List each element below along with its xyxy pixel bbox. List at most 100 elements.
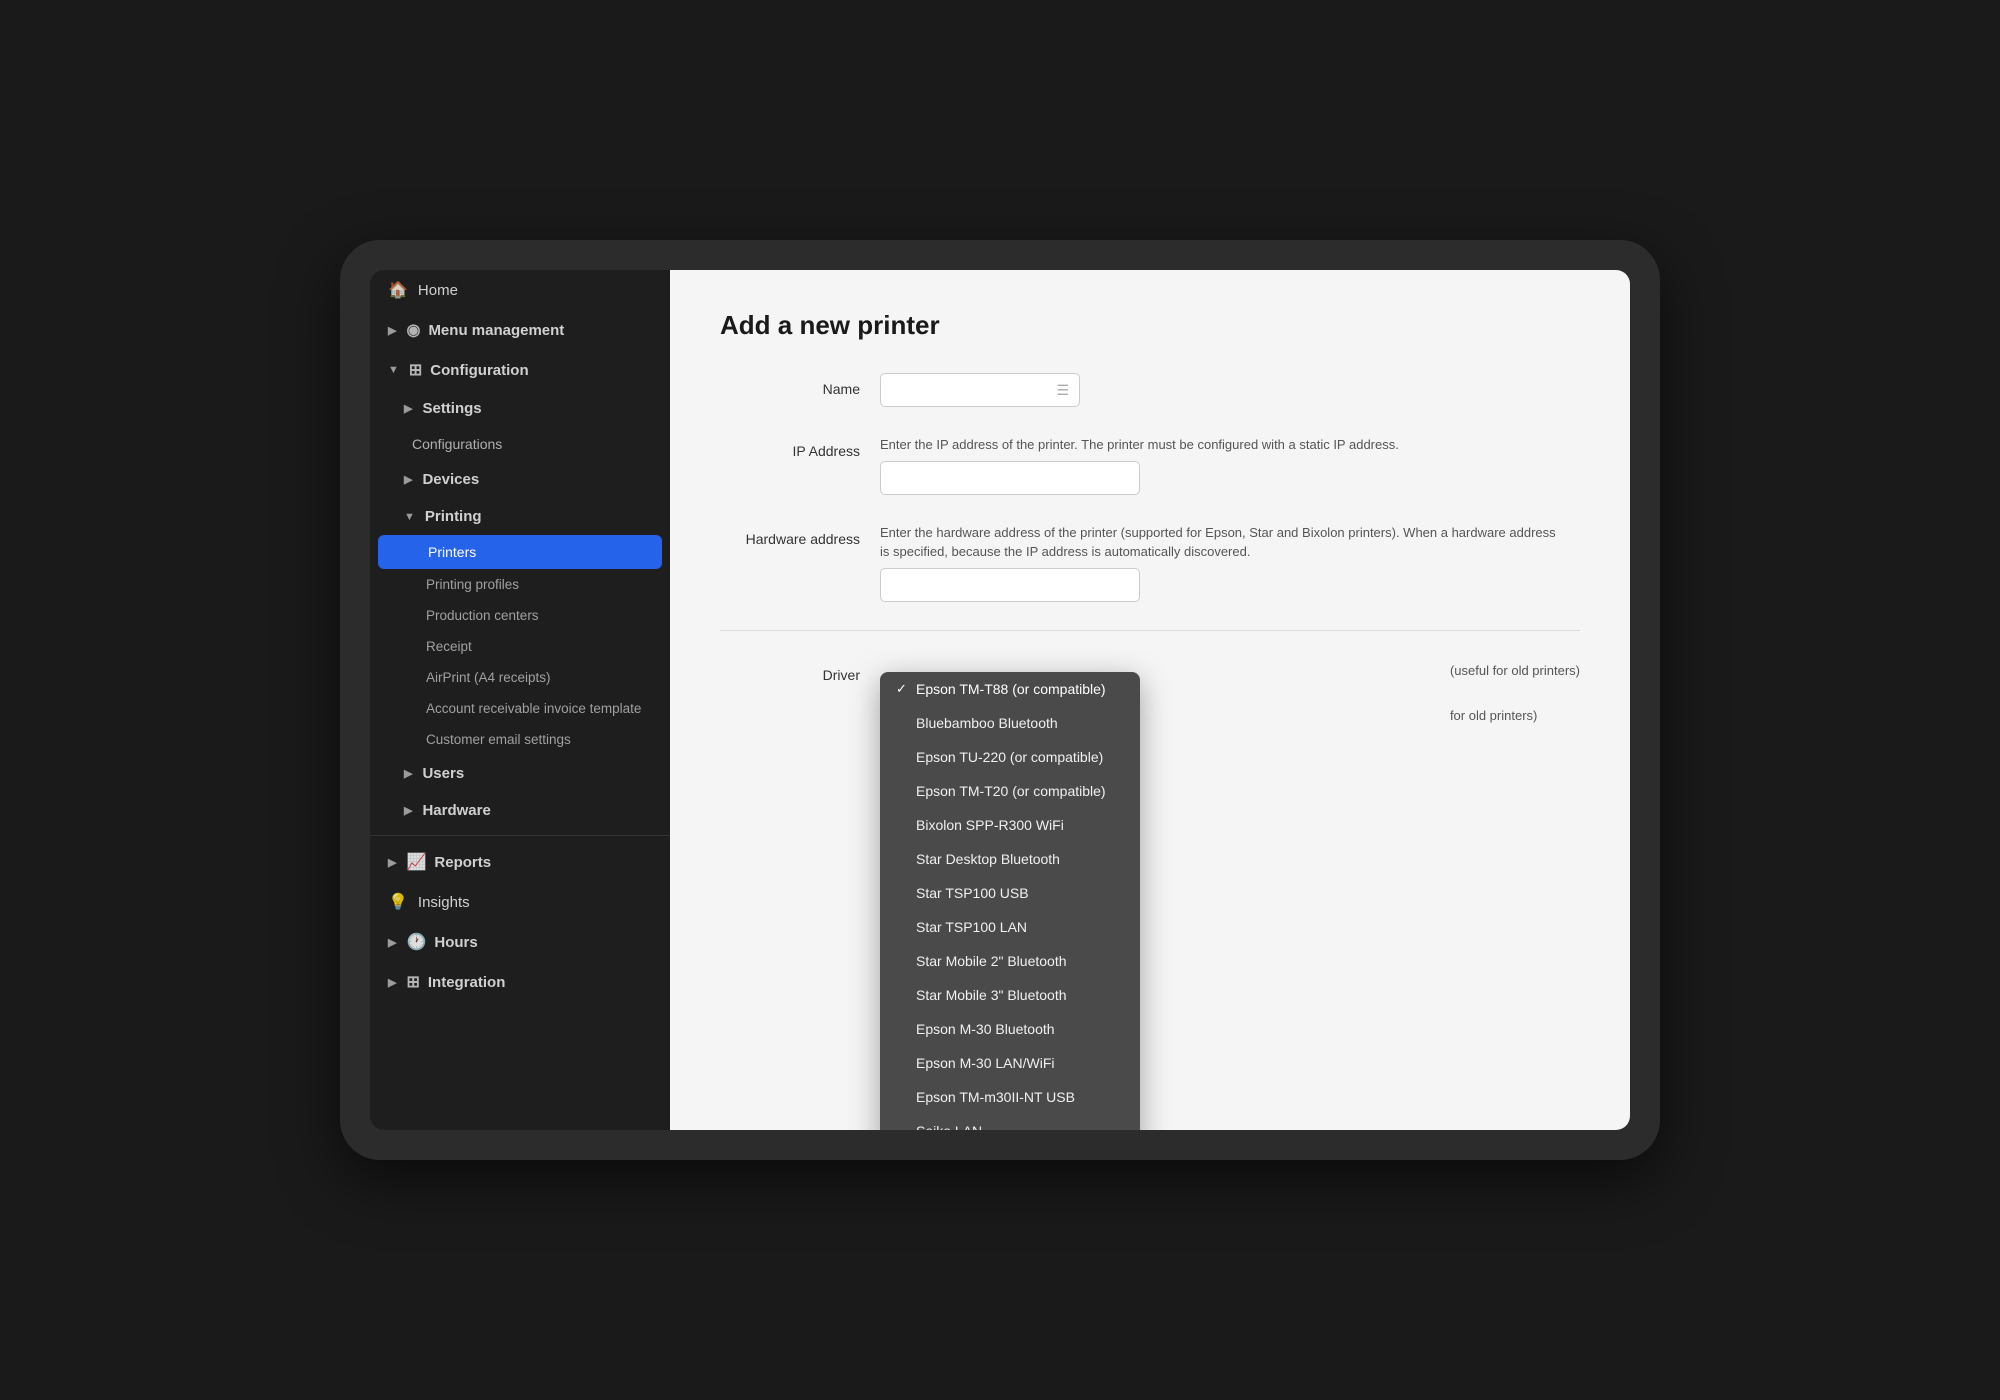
sidebar-menu-management-label: Menu management xyxy=(428,322,564,339)
dropdown-option-8: Star Mobile 2" Bluetooth xyxy=(916,953,1067,969)
driver-dropdown-menu[interactable]: ✓ Epson TM-T88 (or compatible) Bluebambo… xyxy=(880,672,1140,1131)
sidebar-item-customer-email[interactable]: Customer email settings xyxy=(370,724,670,755)
dropdown-item-8[interactable]: Star Mobile 2" Bluetooth xyxy=(880,944,1140,978)
home-icon: 🏠 xyxy=(388,280,408,300)
sidebar-item-hardware[interactable]: ▶ Hardware xyxy=(370,792,670,829)
sidebar-receipt-label: Receipt xyxy=(426,639,472,654)
sidebar-item-airprint[interactable]: AirPrint (A4 receipts) xyxy=(370,662,670,693)
sidebar-integration-label: Integration xyxy=(428,974,506,991)
configuration-icon: ⊞ xyxy=(409,360,422,380)
sidebar-item-production-centers[interactable]: Production centers xyxy=(370,600,670,631)
dropdown-item-13[interactable]: Seiko LAN xyxy=(880,1114,1140,1131)
sidebar-item-insights[interactable]: 💡 Insights xyxy=(370,882,670,922)
dropdown-option-2: Epson TU-220 (or compatible) xyxy=(916,749,1103,765)
name-input[interactable]: ☰ xyxy=(880,373,1080,407)
sidebar-insights-label: Insights xyxy=(418,894,470,911)
chevron-right-icon-settings: ▶ xyxy=(404,402,412,415)
dropdown-option-6: Star TSP100 USB xyxy=(916,885,1029,901)
form-row-name: Name ☰ xyxy=(720,373,1580,407)
dropdown-item-9[interactable]: Star Mobile 3" Bluetooth xyxy=(880,978,1140,1012)
sidebar-item-integration[interactable]: ▶ ⊞ Integration xyxy=(370,962,670,1002)
hardware-address-input[interactable] xyxy=(880,568,1140,602)
chevron-right-icon-hours: ▶ xyxy=(388,936,396,949)
sidebar-item-reports[interactable]: ▶ 📈 Reports xyxy=(370,842,670,882)
sidebar-item-settings[interactable]: ▶ Settings xyxy=(370,390,670,427)
driver-hint-1: (useful for old printers) xyxy=(1450,663,1580,678)
sidebar-hardware-label: Hardware xyxy=(422,802,490,819)
dropdown-item-10[interactable]: Epson M-30 Bluetooth xyxy=(880,1012,1140,1046)
driver-label: Driver xyxy=(720,659,880,683)
dropdown-item-1[interactable]: Bluebamboo Bluetooth xyxy=(880,706,1140,740)
dropdown-item-6[interactable]: Star TSP100 USB xyxy=(880,876,1140,910)
sidebar-printing-profiles-label: Printing profiles xyxy=(426,577,519,592)
page-title: Add a new printer xyxy=(720,310,1580,341)
dropdown-item-0[interactable]: ✓ Epson TM-T88 (or compatible) xyxy=(880,672,1140,706)
sidebar-item-printers[interactable]: Printers xyxy=(378,535,662,569)
dropdown-option-7: Star TSP100 LAN xyxy=(916,919,1027,935)
sidebar-devices-label: Devices xyxy=(422,471,479,488)
form-row-driver: Driver ✓ Epson TM-T88 (or compatible) Bl… xyxy=(720,659,1580,723)
form-row-hardware-address: Hardware address Enter the hardware addr… xyxy=(720,523,1580,602)
dropdown-option-9: Star Mobile 3" Bluetooth xyxy=(916,987,1067,1003)
dropdown-option-13: Seiko LAN xyxy=(916,1123,982,1131)
ip-address-hint: Enter the IP address of the printer. The… xyxy=(880,435,1560,455)
hardware-address-field: Enter the hardware address of the printe… xyxy=(880,523,1580,602)
chevron-right-icon-devices: ▶ xyxy=(404,473,412,486)
sidebar-hours-label: Hours xyxy=(434,934,477,951)
dropdown-item-11[interactable]: Epson M-30 LAN/WiFi xyxy=(880,1046,1140,1080)
dropdown-item-4[interactable]: Bixolon SPP-R300 WiFi xyxy=(880,808,1140,842)
sidebar-item-receipt[interactable]: Receipt xyxy=(370,631,670,662)
sidebar-item-hours[interactable]: ▶ 🕐 Hours xyxy=(370,922,670,962)
dropdown-option-12: Epson TM-m30II-NT USB xyxy=(916,1089,1075,1105)
sidebar-item-configurations[interactable]: Configurations xyxy=(370,427,670,461)
sidebar-item-menu-management[interactable]: ▶ ◉ Menu management xyxy=(370,310,670,350)
app-container: 🏠 Home ▶ ◉ Menu management ▼ ⊞ Configura… xyxy=(370,270,1630,1130)
sidebar-item-devices[interactable]: ▶ Devices xyxy=(370,461,670,498)
chevron-right-icon-users: ▶ xyxy=(404,767,412,780)
hours-icon: 🕐 xyxy=(406,932,426,952)
chevron-right-icon-hardware: ▶ xyxy=(404,804,412,817)
sidebar-reports-label: Reports xyxy=(434,854,491,871)
dropdown-option-11: Epson M-30 LAN/WiFi xyxy=(916,1055,1054,1071)
ip-address-input[interactable] xyxy=(880,461,1140,495)
sidebar-item-configuration[interactable]: ▼ ⊞ Configuration xyxy=(370,350,670,390)
sidebar-home-label: Home xyxy=(418,282,458,299)
driver-field: ✓ Epson TM-T88 (or compatible) Bluebambo… xyxy=(880,659,1434,677)
sidebar-item-printing[interactable]: ▼ Printing xyxy=(370,498,670,535)
sidebar-printers-label: Printers xyxy=(428,544,476,560)
dropdown-item-7[interactable]: Star TSP100 LAN xyxy=(880,910,1140,944)
chevron-right-icon-reports: ▶ xyxy=(388,856,396,869)
sidebar-customer-email-label: Customer email settings xyxy=(426,732,571,747)
chevron-right-icon-integration: ▶ xyxy=(388,976,396,989)
driver-hint-2: for old printers) xyxy=(1450,708,1580,723)
hardware-address-hint: Enter the hardware address of the printe… xyxy=(880,523,1560,562)
sidebar-printing-label: Printing xyxy=(425,508,482,525)
name-label: Name xyxy=(720,373,880,397)
menu-icon: ◉ xyxy=(406,320,420,340)
main-content: Add a new printer Name ☰ IP Address Ente… xyxy=(670,270,1630,1130)
name-field: ☰ xyxy=(880,373,1580,407)
dropdown-item-5[interactable]: Star Desktop Bluetooth xyxy=(880,842,1140,876)
dropdown-item-2[interactable]: Epson TU-220 (or compatible) xyxy=(880,740,1140,774)
dropdown-option-10: Epson M-30 Bluetooth xyxy=(916,1021,1055,1037)
sidebar-item-home[interactable]: 🏠 Home xyxy=(370,270,670,310)
sidebar-item-printing-profiles[interactable]: Printing profiles xyxy=(370,569,670,600)
sidebar-configurations-label: Configurations xyxy=(412,436,502,452)
driver-hint-area: (useful for old printers) for old printe… xyxy=(1450,659,1580,723)
dropdown-option-0: Epson TM-T88 (or compatible) xyxy=(916,681,1106,697)
check-icon: ✓ xyxy=(896,681,910,697)
sidebar-item-account-receivable[interactable]: Account receivable invoice template xyxy=(370,693,670,724)
sidebar-production-centers-label: Production centers xyxy=(426,608,539,623)
dropdown-option-1: Bluebamboo Bluetooth xyxy=(916,715,1058,731)
ip-address-label: IP Address xyxy=(720,435,880,459)
dropdown-item-3[interactable]: Epson TM-T20 (or compatible) xyxy=(880,774,1140,808)
sidebar-divider-1 xyxy=(370,835,670,836)
dropdown-option-4: Bixolon SPP-R300 WiFi xyxy=(916,817,1064,833)
sidebar-item-users[interactable]: ▶ Users xyxy=(370,755,670,792)
chevron-down-icon-printing: ▼ xyxy=(404,511,415,523)
form-divider xyxy=(720,630,1580,631)
dropdown-item-12[interactable]: Epson TM-m30II-NT USB xyxy=(880,1080,1140,1114)
form-row-ip: IP Address Enter the IP address of the p… xyxy=(720,435,1580,495)
dropdown-option-3: Epson TM-T20 (or compatible) xyxy=(916,783,1106,799)
insights-icon: 💡 xyxy=(388,892,408,912)
